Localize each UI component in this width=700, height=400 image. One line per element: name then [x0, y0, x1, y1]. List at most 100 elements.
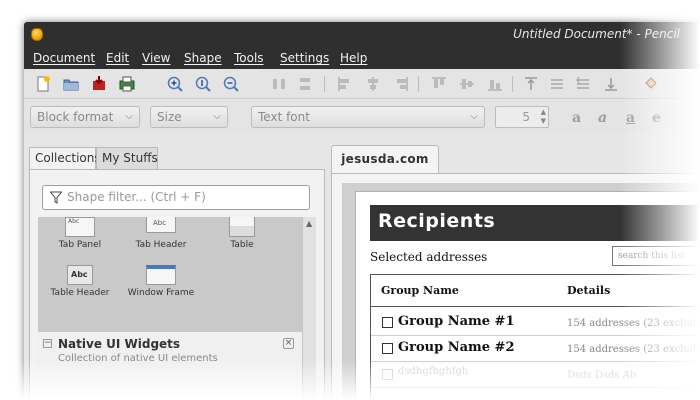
tab-panel-thumb-icon: Abc [65, 217, 95, 237]
italic-icon[interactable]: a [598, 110, 607, 126]
shape-table-header[interactable]: Abc Table Header [40, 265, 120, 298]
mockup-header[interactable]: Recipients [370, 205, 700, 241]
underline-icon[interactable]: a [626, 110, 635, 126]
table-row[interactable]: Group Name #1 154 addresses (23 excluded… [371, 310, 700, 336]
table-thumb-icon [229, 217, 255, 237]
table-row[interactable]: dsdhgfhghfgh Dsds Dsds Ab [371, 362, 700, 388]
chevron-down-icon: ⌵ [125, 111, 133, 122]
block-format-value: Block format [37, 110, 114, 124]
menu-settings[interactable]: Settings [280, 51, 329, 65]
shape-label: Window Frame [127, 288, 195, 298]
strikethrough-icon[interactable]: e [652, 110, 661, 126]
table-header-thumb-icon: Abc [67, 265, 93, 285]
menu-help[interactable]: Help [340, 51, 367, 65]
print-icon[interactable] [118, 75, 136, 93]
mockup-table[interactable]: Group Name Details Group Name #1 154 add… [370, 274, 700, 400]
align-right-icon[interactable] [392, 75, 410, 93]
distribute-horizontal-icon[interactable] [270, 75, 288, 93]
row-group-name: Group Name #2 [398, 340, 515, 355]
filter-icon [49, 191, 63, 204]
text-font-select[interactable]: Text font ⌵ [251, 106, 485, 128]
shape-label: Tab Header [135, 240, 187, 250]
send-to-back-icon[interactable] [602, 75, 620, 93]
spinner-arrows-icon[interactable]: ▲ ▼ [541, 108, 546, 126]
align-top-icon[interactable] [430, 75, 448, 93]
shape-gallery: Abc Tab Panel Abc Tab Header Table Abc T… [38, 217, 302, 332]
row-checkbox[interactable] [382, 369, 393, 380]
font-size-spinner[interactable]: 5 ▲ ▼ [495, 106, 549, 128]
paint-bucket-icon[interactable] [642, 75, 660, 93]
document-tab[interactable]: jesusda.com [331, 145, 439, 173]
toolbar-separator [418, 76, 419, 92]
block-format-select[interactable]: Block format ⌵ [30, 106, 140, 128]
title-bar[interactable]: Untitled Document* - Pencil [24, 22, 700, 47]
shape-filter-input[interactable]: Shape filter... (Ctrl + F) [42, 185, 310, 210]
mockup-search-box[interactable]: search this list [612, 246, 700, 266]
menu-edit[interactable]: Edit [106, 51, 129, 65]
shape-tab-header[interactable]: Abc Tab Header [121, 217, 201, 250]
window-frame-thumb-icon [146, 265, 176, 285]
drawing-page[interactable]: Recipients Selected addresses search thi… [355, 191, 700, 400]
row-group-name: Group Name #1 [398, 314, 515, 329]
export-icon[interactable] [90, 75, 108, 93]
open-folder-icon[interactable] [62, 75, 80, 93]
window-title: Untitled Document* - Pencil [513, 27, 680, 41]
canvas-background: Recipients Selected addresses search thi… [342, 183, 700, 400]
send-backward-icon[interactable] [574, 75, 592, 93]
native-ui-widgets-collection[interactable]: − Native UI Widgets Collection of native… [38, 332, 302, 400]
font-size-value: 5 [522, 110, 530, 124]
bold-icon[interactable]: a [572, 110, 581, 126]
collapse-icon[interactable]: − [43, 339, 52, 348]
document-area: Recipients Selected addresses search thi… [331, 173, 700, 400]
menu-shape[interactable]: Shape [184, 51, 222, 65]
mockup-table-header: Group Name Details [371, 275, 700, 307]
chevron-down-icon: ⌵ [213, 111, 221, 122]
menu-view[interactable]: View [142, 51, 170, 65]
align-left-icon[interactable] [336, 75, 354, 93]
menu-tools[interactable]: Tools [234, 51, 264, 65]
menu-document[interactable]: Document [33, 51, 95, 65]
collection-subtitle: Collection of native UI elements [58, 353, 218, 364]
zoom-in-icon[interactable] [166, 75, 184, 93]
tab-collections[interactable]: Collections [29, 147, 101, 170]
mockup-subtitle[interactable]: Selected addresses [370, 250, 487, 264]
new-document-icon[interactable] [34, 75, 52, 93]
scroll-up-icon[interactable]: ▲ [306, 219, 312, 228]
shape-tab-panel[interactable]: Abc Tab Panel [40, 217, 120, 250]
row-checkbox[interactable] [382, 317, 393, 328]
thumb-text: Abc [153, 219, 167, 227]
zoom-actual-icon[interactable] [194, 75, 212, 93]
size-select[interactable]: Size ⌵ [150, 106, 228, 128]
shape-window-frame[interactable]: Window Frame [121, 265, 201, 298]
row-checkbox[interactable] [382, 343, 393, 354]
column-header-details: Details [567, 284, 611, 297]
thumb-text: Abc [71, 270, 88, 279]
pencil-app-icon [31, 28, 43, 41]
shape-gallery-scrollbar[interactable]: ▲ [302, 217, 316, 400]
bring-to-front-icon[interactable] [522, 75, 540, 93]
text-font-value: Text font [258, 110, 310, 124]
row-details: 154 addresses (23 excluded) [567, 318, 700, 329]
column-header-group-name: Group Name [381, 284, 459, 297]
align-center-icon[interactable] [364, 75, 382, 93]
close-icon[interactable]: × [283, 338, 294, 349]
align-bottom-icon[interactable] [486, 75, 504, 93]
toolbar-separator [512, 76, 513, 92]
application-window: Untitled Document* - Pencil Document Edi… [24, 22, 700, 400]
shape-table[interactable]: Table [202, 217, 282, 250]
collection-title: Native UI Widgets [58, 337, 181, 351]
distribute-vertical-icon[interactable] [296, 75, 314, 93]
align-middle-icon[interactable] [458, 75, 476, 93]
bring-forward-icon[interactable] [548, 75, 566, 93]
tab-header-thumb-icon: Abc [146, 217, 176, 233]
menu-bar: Document Edit View Shape Tools Settings … [24, 47, 700, 69]
tab-my-stuffs[interactable]: My Stuffs [96, 147, 158, 169]
row-details: Dsds Dsds Ab [567, 370, 637, 381]
zoom-out-icon[interactable] [222, 75, 240, 93]
table-row[interactable]: Group Name #2 154 addresses (23 excluded… [371, 336, 700, 362]
shape-filter-placeholder: Shape filter... (Ctrl + F) [67, 190, 206, 204]
shape-label: Table Header [50, 288, 110, 298]
row-group-name: dsdhgfhghfgh [398, 366, 469, 377]
toolbar-separator [324, 76, 325, 92]
chevron-down-icon: ⌵ [470, 111, 478, 122]
